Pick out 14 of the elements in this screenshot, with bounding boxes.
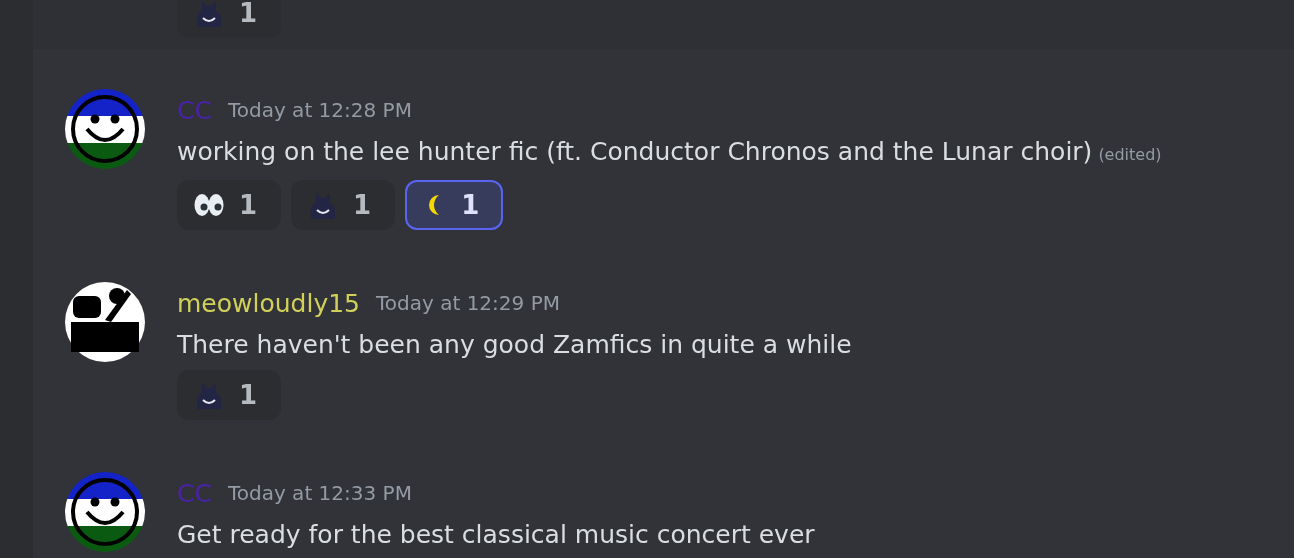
edited-label: (edited) bbox=[1098, 145, 1162, 164]
message-text: There haven't been any good Zamfics in quite a while bbox=[177, 330, 852, 359]
eyes-icon bbox=[193, 192, 225, 218]
cat-reaction[interactable]: 1 bbox=[177, 0, 282, 38]
cat-reaction[interactable]: 1 bbox=[291, 180, 396, 230]
moon-reaction[interactable]: 1 bbox=[405, 180, 504, 230]
cat-reaction[interactable]: 1 bbox=[177, 370, 282, 420]
timestamp: Today at 12:29 PM bbox=[376, 291, 560, 315]
message-text: working on the lee hunter fic (ft. Conductor Chronos and the Lunar choir) bbox=[177, 137, 1093, 166]
timestamp: Today at 12:33 PM bbox=[227, 481, 412, 505]
eyes-reaction[interactable]: 1 bbox=[177, 180, 282, 230]
message-text: Get ready for the best classical music concert ever bbox=[177, 520, 815, 549]
timestamp: Today at 12:28 PM bbox=[227, 98, 412, 122]
author-name[interactable]: meowloudly15 bbox=[177, 288, 360, 318]
